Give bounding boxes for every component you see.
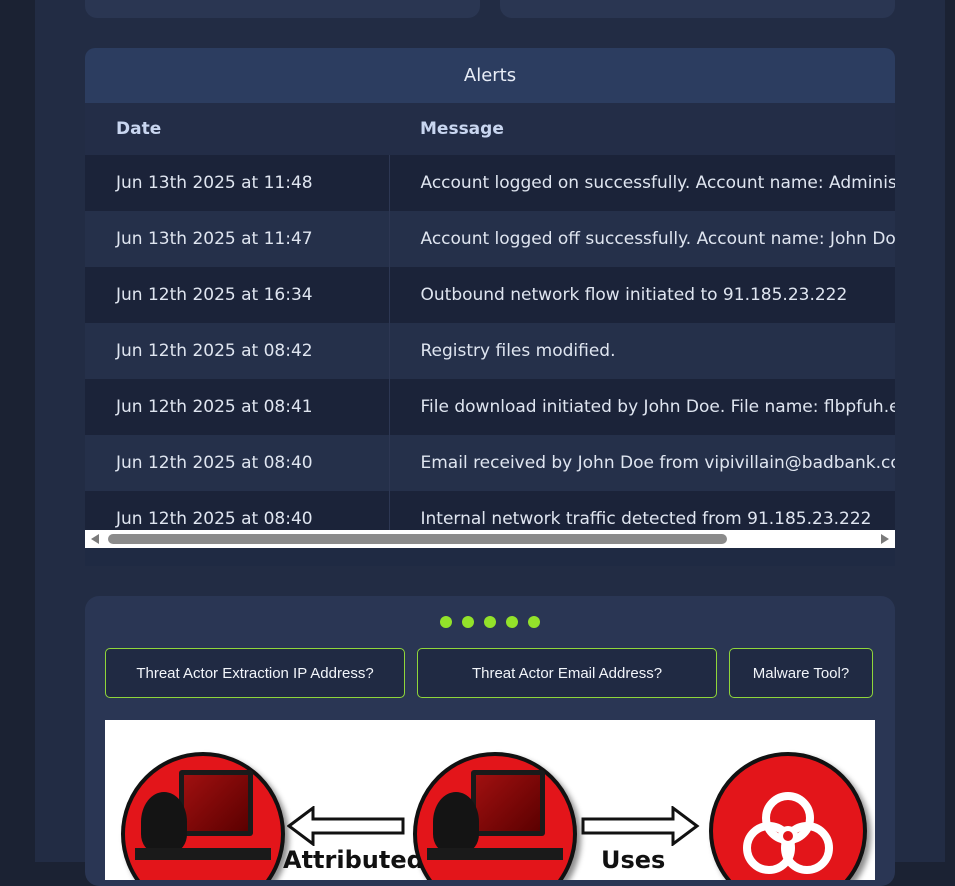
progress-dot — [528, 616, 540, 628]
scroll-left-arrow-icon[interactable] — [91, 534, 99, 544]
alert-date: Jun 12th 2025 at 08:42 — [85, 323, 390, 379]
alert-message: File download initiated by John Doe. Fil… — [389, 379, 895, 435]
top-card-right — [500, 0, 895, 18]
table-row: Jun 13th 2025 at 11:48 Account logged on… — [85, 155, 895, 211]
table-row: Jun 13th 2025 at 11:47 Account logged of… — [85, 211, 895, 267]
alerts-title: Alerts — [85, 48, 895, 103]
progress-dot — [462, 616, 474, 628]
uses-label: Uses — [601, 846, 666, 874]
alerts-panel: Alerts Date Message Jun 13th 2025 at 11:… — [85, 48, 895, 566]
column-header-message: Message — [389, 103, 895, 155]
biohazard-icon — [709, 752, 867, 880]
alert-date: Jun 13th 2025 at 11:47 — [85, 211, 390, 267]
scrollbar-thumb[interactable] — [108, 534, 727, 544]
questions-panel: Threat Actor Extraction IP Address? Thre… — [85, 596, 895, 886]
alert-date: Jun 13th 2025 at 11:48 — [85, 155, 390, 211]
progress-dots — [85, 616, 895, 628]
arrow-left-icon — [287, 806, 405, 846]
email-address-question-button[interactable]: Threat Actor Email Address? — [417, 648, 717, 698]
threat-actor-icon — [413, 752, 577, 880]
scroll-right-arrow-icon[interactable] — [881, 534, 889, 544]
arrow-right-icon — [581, 806, 700, 846]
threat-diagram: Attributed Uses — [105, 720, 875, 880]
threat-actor-icon — [121, 752, 285, 880]
horizontal-scrollbar[interactable] — [85, 530, 895, 548]
top-card-left — [85, 0, 480, 18]
alert-message: Account logged off successfully. Account… — [389, 211, 895, 267]
table-row: Jun 12th 2025 at 08:40 Email received by… — [85, 435, 895, 491]
table-row: Jun 12th 2025 at 16:34 Outbound network … — [85, 267, 895, 323]
alert-date: Jun 12th 2025 at 08:40 — [85, 435, 390, 491]
page-container: Alerts Date Message Jun 13th 2025 at 11:… — [35, 0, 945, 886]
table-row: Jun 12th 2025 at 08:42 Registry files mo… — [85, 323, 895, 379]
malware-tool-question-button[interactable]: Malware Tool? — [729, 648, 873, 698]
attributed-label: Attributed — [283, 846, 424, 874]
progress-dot — [440, 616, 452, 628]
extraction-ip-question-button[interactable]: Threat Actor Extraction IP Address? — [105, 648, 405, 698]
alert-message: Email received by John Doe from vipivill… — [389, 435, 895, 491]
alert-message: Account logged on successfully. Account … — [389, 155, 895, 211]
table-row: Jun 12th 2025 at 08:41 File download ini… — [85, 379, 895, 435]
column-header-date: Date — [85, 103, 389, 155]
alert-message: Outbound network flow initiated to 91.18… — [389, 267, 895, 323]
progress-dot — [484, 616, 496, 628]
alerts-table: Date Message Jun 13th 2025 at 11:48 Acco… — [85, 103, 895, 547]
alert-date: Jun 12th 2025 at 16:34 — [85, 267, 390, 323]
alerts-table-container[interactable]: Date Message Jun 13th 2025 at 11:48 Acco… — [85, 103, 895, 548]
alert-message: Registry files modified. — [389, 323, 895, 379]
alert-date: Jun 12th 2025 at 08:41 — [85, 379, 390, 435]
progress-dot — [506, 616, 518, 628]
